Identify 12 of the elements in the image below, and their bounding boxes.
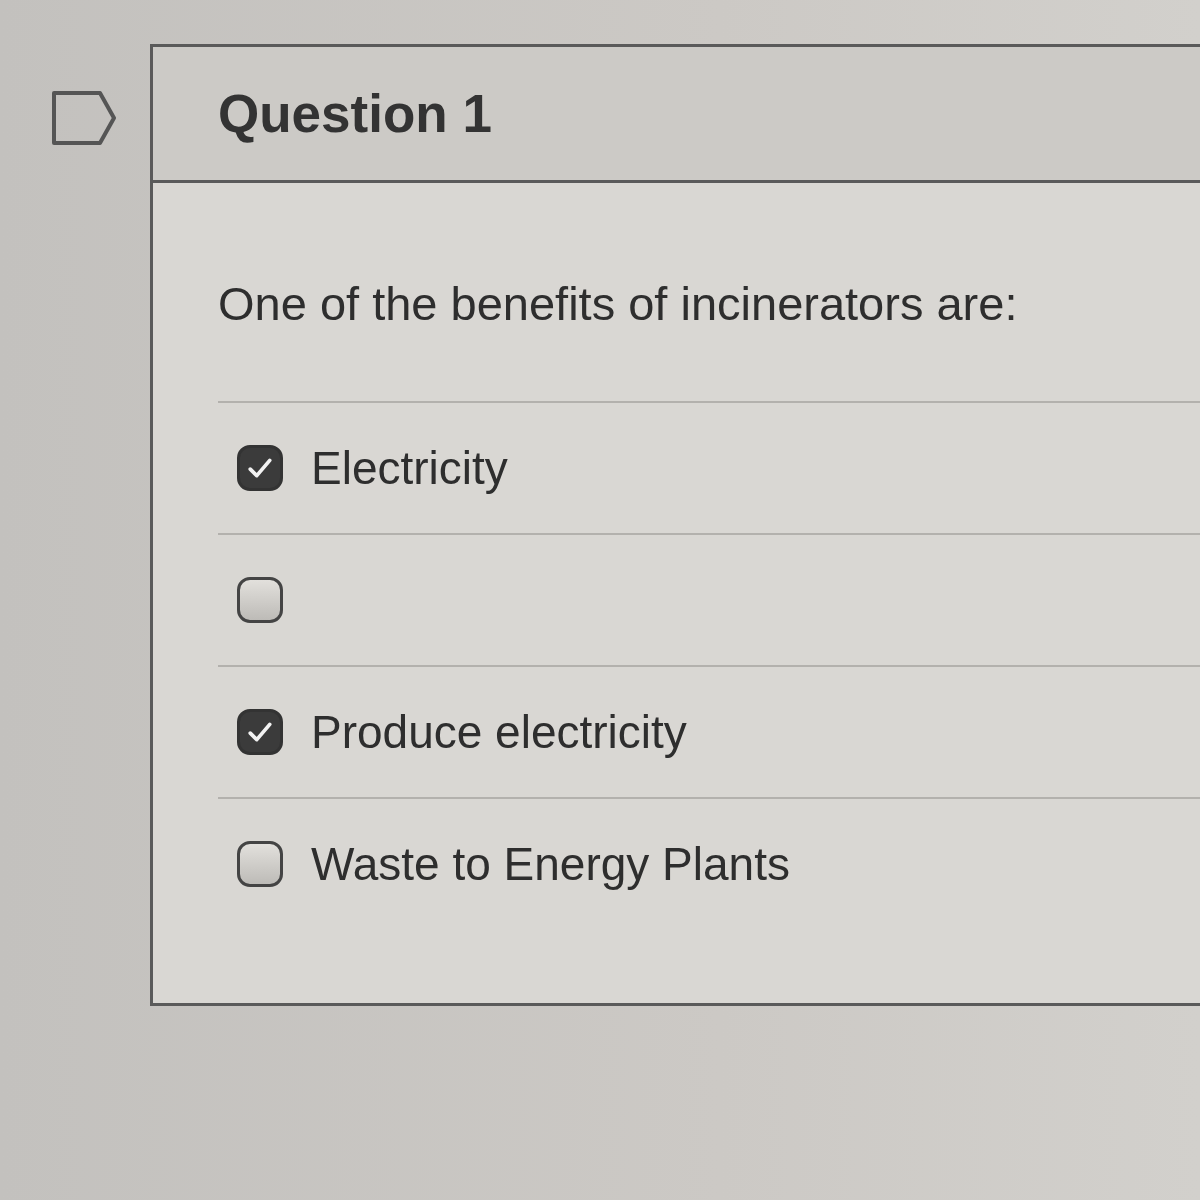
checkbox[interactable]	[237, 445, 283, 491]
checkbox[interactable]	[237, 577, 283, 623]
question-text: One of the benefits of incinerators are:	[218, 277, 1018, 331]
checkmark-icon	[247, 457, 273, 479]
checkbox[interactable]	[237, 709, 283, 755]
checkmark-icon	[247, 721, 273, 743]
question-title: Question 1	[218, 83, 492, 144]
tag-icon[interactable]	[52, 91, 116, 145]
option-label: Produce electricity	[311, 705, 687, 759]
option-label: Electricity	[311, 441, 508, 495]
checkbox[interactable]	[237, 841, 283, 887]
option-label: Waste to Energy Plants	[311, 837, 790, 891]
